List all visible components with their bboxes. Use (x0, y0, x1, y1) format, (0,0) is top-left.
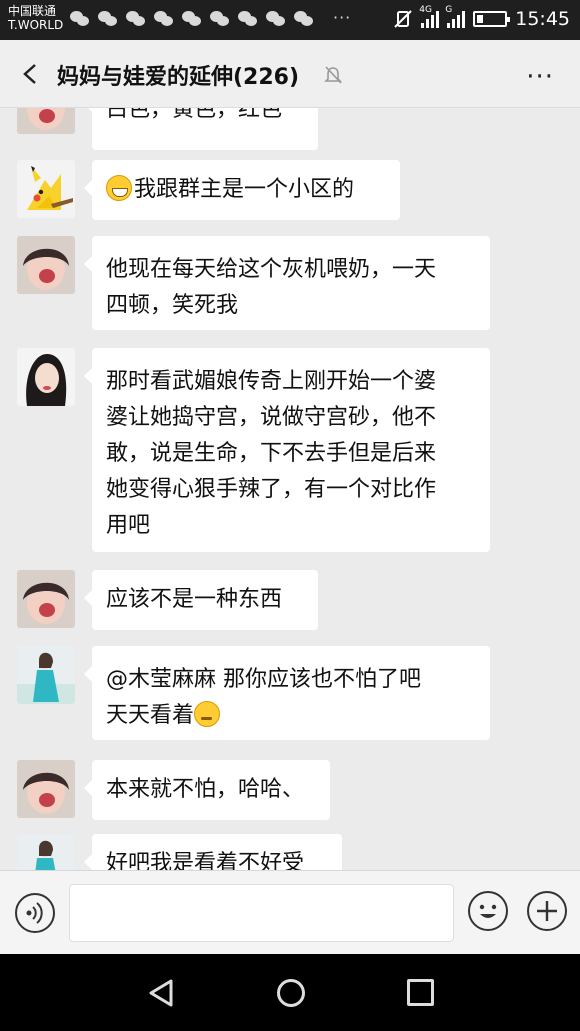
message-text-line: 敢，说是生命，下不去手但是后来 (106, 441, 437, 466)
wechat-icon (70, 10, 90, 28)
wechat-icon (154, 10, 174, 28)
avatar[interactable] (17, 570, 75, 628)
message-text: 好吧我是看着不好受 (106, 851, 305, 870)
avatar[interactable] (17, 760, 75, 818)
plus-icon (537, 901, 557, 921)
wechat-icon (238, 10, 258, 28)
message-bubble[interactable]: 那时看武媚娘传奇上刚开始一个婆 婆让她捣守宫，说做守宫砂，他不 敢，说是生命，下… (84, 348, 490, 552)
input-bar (0, 870, 580, 954)
message-bubble[interactable]: 他现在每天给这个灰机喂奶，一天 四顿，笑死我 (84, 236, 490, 330)
nav-recent-apps-icon[interactable] (407, 979, 434, 1006)
clock: 15:45 (515, 8, 570, 30)
system-nav-bar (0, 954, 580, 1031)
wechat-icon (126, 10, 146, 28)
wechat-icon (98, 10, 118, 28)
status-bar: 中国联通 T.WORLD ··· 4G G 15:45 (0, 0, 580, 40)
plus-button[interactable] (527, 891, 567, 931)
notification-icons (70, 10, 314, 28)
network-4g-label: 4G (419, 5, 432, 15)
vibrate-off-icon (394, 10, 412, 28)
signal-4g-icon: 4G (419, 5, 440, 28)
avatar[interactable] (17, 834, 75, 870)
carrier-line1: 中国联通 (8, 4, 57, 18)
voice-icon (26, 902, 43, 924)
wechat-icon (182, 10, 202, 28)
message-text: 应该不是一种东西 (106, 587, 283, 612)
message-text-line: 四顿，笑死我 (106, 293, 239, 318)
chat-header: 妈妈与娃爱的延伸(226) ··· (0, 40, 580, 108)
message-text: 白色，黄色，红色 (106, 108, 283, 122)
more-notifications: ··· (333, 8, 352, 27)
status-right: 4G G 15:45 (393, 5, 570, 30)
message-text-line: 她变得心狠手辣了，有一个对比作 (106, 477, 437, 502)
message-text-line: @木莹麻麻 那你应该也不怕了吧 (106, 667, 421, 692)
message-list: 白色，黄色，红色 我跟群主是一个小区的 他现在每天给这个灰机喂奶，一天 四顿，笑… (0, 108, 580, 870)
avatar[interactable] (17, 108, 75, 134)
thinking-emoji-icon (194, 701, 221, 727)
avatar[interactable] (17, 646, 75, 704)
wechat-icon (210, 10, 230, 28)
message-bubble[interactable]: 本来就不怕，哈哈、 (84, 760, 330, 820)
message-text-line: 天天看着 (106, 703, 195, 728)
message-text: 本来就不怕，哈哈、 (106, 777, 305, 802)
emoji-button[interactable] (468, 891, 508, 931)
more-button[interactable]: ··· (526, 62, 554, 92)
grin-emoji-icon (106, 175, 132, 201)
avatar[interactable] (17, 160, 75, 218)
avatar[interactable] (17, 236, 75, 294)
chat-title: 妈妈与娃爱的延伸(226) (57, 65, 300, 90)
message-bubble[interactable]: 好吧我是看着不好受 (84, 834, 342, 870)
avatar[interactable] (17, 348, 75, 406)
message-text-line: 他现在每天给这个灰机喂奶，一天 (106, 257, 437, 282)
nav-home-icon[interactable] (277, 979, 305, 1007)
carrier-line2: T.WORLD (8, 18, 64, 32)
message-bubble[interactable]: 我跟群主是一个小区的 (84, 160, 400, 220)
message-text-line: 婆让她捣守宫，说做守宫砂，他不 (106, 405, 437, 430)
network-g-label: G (445, 5, 453, 15)
message-bubble[interactable]: @木莹麻麻 那你应该也不怕了吧 天天看着 (84, 646, 490, 740)
carrier-label: 中国联通 T.WORLD (8, 4, 63, 32)
nav-back-icon[interactable] (147, 978, 175, 1008)
bell-muted-icon (324, 66, 342, 84)
message-input[interactable] (69, 884, 454, 942)
back-icon[interactable] (22, 63, 38, 85)
message-bubble[interactable]: 白色，黄色，红色 (84, 108, 318, 150)
message-text-line: 那时看武媚娘传奇上刚开始一个婆 (106, 369, 437, 394)
message-text-line: 用吧 (106, 513, 151, 538)
wechat-icon (266, 10, 286, 28)
message-text: 我跟群主是一个小区的 (134, 177, 355, 202)
message-bubble[interactable]: 应该不是一种东西 (84, 570, 318, 630)
smile-icon (479, 904, 497, 918)
battery-icon (473, 11, 511, 27)
signal-g-icon: G (445, 5, 466, 28)
wechat-icon (294, 10, 314, 28)
voice-button[interactable] (15, 893, 55, 933)
